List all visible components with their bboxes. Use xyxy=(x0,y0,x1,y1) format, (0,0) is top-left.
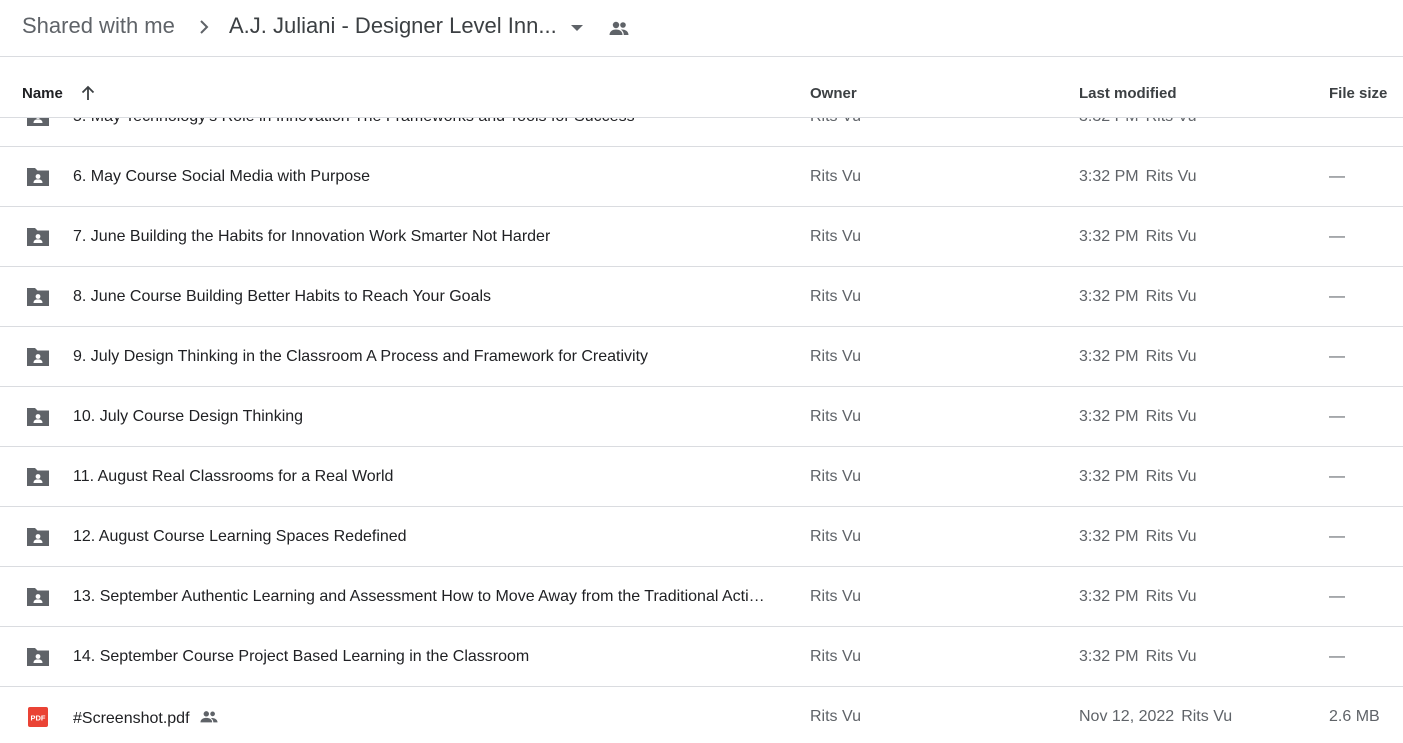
file-name[interactable]: 12. August Course Learning Spaces Redefi… xyxy=(73,528,407,546)
file-list: 5. May Technology's Role in Innovation T… xyxy=(0,87,1403,743)
pdf-file-icon: PDF xyxy=(28,707,48,727)
modified-by: Rits Vu xyxy=(1145,468,1197,485)
file-size: — xyxy=(1329,648,1345,665)
modified-date: 3:32 PM xyxy=(1079,648,1139,665)
shared-folder-icon xyxy=(27,348,49,366)
file-size: — xyxy=(1329,288,1345,305)
modified-date: 3:32 PM xyxy=(1079,588,1139,605)
chevron-right-icon xyxy=(200,20,209,34)
table-row[interactable]: 12. August Course Learning Spaces Redefi… xyxy=(0,507,1403,567)
modified-date: 3:32 PM xyxy=(1079,288,1139,305)
table-row[interactable]: 7. June Building the Habits for Innovati… xyxy=(0,207,1403,267)
file-size: — xyxy=(1329,528,1345,545)
file-last-modified: 3:32 PM Rits Vu xyxy=(1079,648,1197,666)
column-header-row: Name Owner Last modified File size xyxy=(0,57,1403,118)
file-size: 2.6 MB xyxy=(1329,708,1380,725)
shared-folder-icon xyxy=(27,228,49,246)
modified-by: Rits Vu xyxy=(1145,288,1197,305)
shared-folder-icon xyxy=(27,528,49,546)
modified-by: Rits Vu xyxy=(1181,708,1233,725)
file-owner: Rits Vu xyxy=(810,288,861,305)
drive-file-list: Shared with me A.J. Juliani - Designer L… xyxy=(0,0,1403,743)
shared-folder-icon xyxy=(27,408,49,426)
modified-by: Rits Vu xyxy=(1145,588,1197,605)
table-row[interactable]: 6. May Course Social Media with Purpose … xyxy=(0,147,1403,207)
file-owner: Rits Vu xyxy=(810,348,861,365)
pdf-icon-label: PDF xyxy=(31,714,46,723)
modified-by: Rits Vu xyxy=(1145,348,1197,365)
file-owner: Rits Vu xyxy=(810,228,861,245)
file-owner: Rits Vu xyxy=(810,468,861,485)
people-icon xyxy=(199,711,218,723)
file-name[interactable]: 13. September Authentic Learning and Ass… xyxy=(73,588,765,606)
file-owner: Rits Vu xyxy=(810,708,861,725)
modified-date: 3:32 PM xyxy=(1079,228,1139,245)
file-last-modified: 3:32 PM Rits Vu xyxy=(1079,288,1197,306)
modified-date: Nov 12, 2022 xyxy=(1079,708,1175,725)
file-name[interactable]: 14. September Course Project Based Learn… xyxy=(73,648,529,666)
file-last-modified: 3:32 PM Rits Vu xyxy=(1079,348,1197,366)
file-owner: Rits Vu xyxy=(810,648,861,665)
table-row[interactable]: PDF #Screenshot.pdf Rits Vu Nov 12, 2022… xyxy=(0,687,1403,743)
table-row[interactable]: 10. July Course Design Thinking Rits Vu … xyxy=(0,387,1403,447)
column-header-last-modified[interactable]: Last modified xyxy=(1079,85,1177,102)
file-last-modified: 3:32 PM Rits Vu xyxy=(1079,588,1197,606)
shared-folder-icon xyxy=(27,468,49,486)
file-last-modified: 3:32 PM Rits Vu xyxy=(1079,168,1197,186)
arrow-up-icon[interactable] xyxy=(79,84,97,102)
modified-date: 3:32 PM xyxy=(1079,348,1139,365)
modified-date: 3:32 PM xyxy=(1079,168,1139,185)
file-owner: Rits Vu xyxy=(810,588,861,605)
breadcrumb-shared-with-me[interactable]: Shared with me xyxy=(22,13,175,39)
file-name[interactable]: 9. July Design Thinking in the Classroom… xyxy=(73,348,648,366)
file-last-modified: 3:32 PM Rits Vu xyxy=(1079,228,1197,246)
file-last-modified: 3:32 PM Rits Vu xyxy=(1079,408,1197,426)
shared-folder-icon xyxy=(27,588,49,606)
modified-date: 3:32 PM xyxy=(1079,528,1139,545)
table-row[interactable]: 8. June Course Building Better Habits to… xyxy=(0,267,1403,327)
shared-folder-icon xyxy=(27,288,49,306)
file-owner: Rits Vu xyxy=(810,528,861,545)
modified-date: 3:32 PM xyxy=(1079,468,1139,485)
file-last-modified: 3:32 PM Rits Vu xyxy=(1079,468,1197,486)
file-name[interactable]: #Screenshot.pdf xyxy=(73,708,220,728)
file-name[interactable]: 10. July Course Design Thinking xyxy=(73,408,303,426)
file-size: — xyxy=(1329,168,1345,185)
shared-folder-icon xyxy=(27,168,49,186)
modified-by: Rits Vu xyxy=(1145,168,1197,185)
file-name[interactable]: 6. May Course Social Media with Purpose xyxy=(73,168,370,186)
table-row[interactable]: 13. September Authentic Learning and Ass… xyxy=(0,567,1403,627)
file-size: — xyxy=(1329,468,1345,485)
modified-by: Rits Vu xyxy=(1145,228,1197,245)
people-icon xyxy=(609,21,629,35)
file-last-modified: Nov 12, 2022 Rits Vu xyxy=(1079,708,1232,726)
table-row[interactable]: 14. September Course Project Based Learn… xyxy=(0,627,1403,687)
column-header-file-size[interactable]: File size xyxy=(1329,85,1387,102)
file-size: — xyxy=(1329,228,1345,245)
modified-by: Rits Vu xyxy=(1145,408,1197,425)
shared-folder-icon xyxy=(27,648,49,666)
file-owner: Rits Vu xyxy=(810,408,861,425)
file-name-text: #Screenshot.pdf xyxy=(73,710,190,727)
file-name[interactable]: 8. June Course Building Better Habits to… xyxy=(73,288,491,306)
table-row[interactable]: 11. August Real Classrooms for a Real Wo… xyxy=(0,447,1403,507)
table-row[interactable]: 9. July Design Thinking in the Classroom… xyxy=(0,327,1403,387)
modified-by: Rits Vu xyxy=(1145,648,1197,665)
file-last-modified: 3:32 PM Rits Vu xyxy=(1079,528,1197,546)
file-owner: Rits Vu xyxy=(810,168,861,185)
column-header-name[interactable]: Name xyxy=(22,85,63,102)
file-size: — xyxy=(1329,408,1345,425)
breadcrumb: Shared with me A.J. Juliani - Designer L… xyxy=(0,0,1403,57)
file-name[interactable]: 7. June Building the Habits for Innovati… xyxy=(73,228,550,246)
file-name[interactable]: 11. August Real Classrooms for a Real Wo… xyxy=(73,468,393,486)
file-size: — xyxy=(1329,588,1345,605)
modified-by: Rits Vu xyxy=(1145,528,1197,545)
column-header-owner[interactable]: Owner xyxy=(810,85,857,102)
file-size: — xyxy=(1329,348,1345,365)
caret-down-icon[interactable] xyxy=(569,20,585,36)
breadcrumb-current-folder[interactable]: A.J. Juliani - Designer Level Inn... xyxy=(229,13,557,39)
modified-date: 3:32 PM xyxy=(1079,408,1139,425)
